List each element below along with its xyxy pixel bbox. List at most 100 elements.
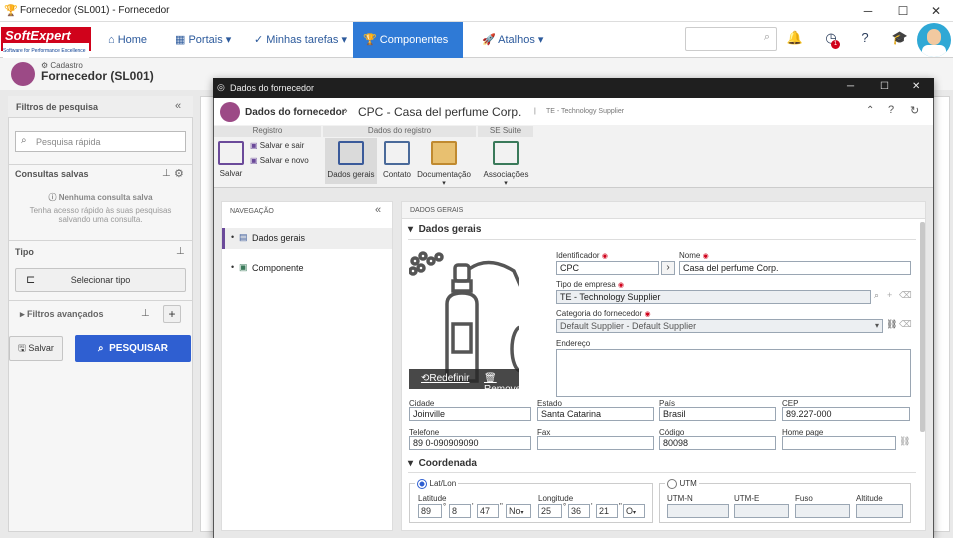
section-coordenada[interactable]: ▾ Coordenada [408, 458, 477, 469]
bullet: • [231, 232, 235, 242]
lat-min-field[interactable]: 8 [449, 504, 471, 518]
clear-icon[interactable]: ⊥ [141, 308, 150, 319]
dialog-title: Dados do fornecedor [230, 83, 315, 93]
close-button[interactable]: ✕ [919, 0, 953, 22]
name-field[interactable]: Casa del perfume Corp. [679, 261, 911, 275]
save-new-label: Salvar e novo [259, 156, 309, 165]
save-button[interactable]: Salvar [217, 141, 245, 178]
user-avatar[interactable] [917, 23, 951, 57]
nav-componentes[interactable]: 🏆 Componentes ▾ [353, 22, 463, 82]
save-filter-button[interactable]: 🖫 Salvar [9, 336, 63, 361]
chevron-down-icon: ▾ [520, 510, 524, 516]
save-label: Salvar [219, 169, 243, 178]
zip-field[interactable]: 89.227-000 [782, 407, 910, 421]
chevron-down-icon: ▾ [504, 180, 508, 187]
graduation-cap-icon[interactable]: 🎓 [891, 30, 909, 48]
required-icon: ◉ [702, 253, 709, 260]
nav-portais[interactable]: ▦ Portais ▾ [165, 22, 241, 58]
general-data-button[interactable]: Dados gerais [325, 138, 377, 184]
phone-field[interactable]: 89 0-090909090 [409, 436, 531, 450]
softexpert-logo[interactable]: SoftExpert Software for Performance Exce… [1, 27, 91, 60]
lon-sec-field[interactable]: 21 [596, 504, 618, 518]
help-icon[interactable]: ? [856, 30, 874, 48]
next-id-button[interactable]: › [661, 261, 675, 275]
clear-icon[interactable]: ⊥ [176, 246, 185, 257]
nav-home[interactable]: ⌂ Home [98, 22, 157, 58]
category-select[interactable]: Default Supplier - Default Supplier ▾ [556, 319, 883, 333]
scrollbar[interactable] [920, 222, 925, 432]
remove-image-button[interactable]: 🗑Remover [484, 373, 525, 395]
minimize-button[interactable]: ─ [851, 0, 885, 22]
dialog-maximize-button[interactable]: ☐ [880, 81, 889, 92]
add-icon[interactable]: + [887, 290, 892, 300]
lon-dir-select[interactable]: O▾ [623, 504, 645, 518]
lon-min-field[interactable]: 36 [568, 504, 590, 518]
save-new-button[interactable]: ▣ Salvar e novo [250, 156, 309, 165]
select-type-button[interactable]: ⊏ Selecionar tipo [15, 268, 186, 292]
clear-icon[interactable]: ⊥ [162, 168, 171, 179]
nav-portais-label: Portais [188, 34, 223, 46]
utm-n-field[interactable] [667, 504, 729, 518]
window-titlebar: 🏆 Fornecedor (SL001) - Fornecedor [0, 0, 953, 22]
required-icon: ◉ [644, 311, 651, 318]
trophy-icon: 🏆 [4, 5, 18, 17]
refresh-icon[interactable]: ↻ [910, 104, 919, 117]
category-label-text: Categoria do fornecedor [556, 309, 643, 318]
gear-icon[interactable]: ⚙ [174, 167, 184, 180]
lat-deg-field[interactable]: 89 [418, 504, 442, 518]
lon-deg-field[interactable]: 25 [538, 504, 562, 518]
associations-button[interactable]: Associações ▾ [481, 141, 531, 187]
documentation-button[interactable]: Documentação ▾ [416, 141, 472, 187]
fax-field[interactable] [537, 436, 654, 450]
maximize-button[interactable]: ☐ [886, 0, 920, 22]
identifier-field[interactable]: CPC [556, 261, 659, 275]
save-exit-button[interactable]: ▣ Salvar e sair [250, 141, 304, 150]
binoculars-icon[interactable]: ⛓ [886, 319, 897, 330]
company-type-field[interactable]: TE - Technology Supplier [556, 290, 871, 304]
state-field[interactable]: Santa Catarina [537, 407, 654, 421]
collapse-up-icon[interactable]: ⌃ [866, 105, 874, 116]
zone-field[interactable] [795, 504, 850, 518]
dialog-close-button[interactable]: ✕ [912, 81, 920, 92]
utm-radio[interactable]: UTM [665, 478, 699, 489]
search-button[interactable]: ⌕ PESQUISAR [75, 335, 191, 362]
nav-atalhos-label: Atalhos [498, 34, 535, 46]
code-field[interactable]: 80098 [659, 436, 776, 450]
lat-dir-value: No [509, 506, 521, 516]
clear-icon[interactable]: ⌫ [899, 319, 912, 330]
section-dados-gerais[interactable]: ▾ Dados gerais [408, 224, 481, 235]
nav-item-dados-gerais[interactable]: • ▤ Dados gerais [222, 228, 392, 249]
identifier-label-text: Identificador [556, 251, 600, 260]
utm-e-field[interactable] [734, 504, 789, 518]
dialog-minimize-button[interactable]: ─ [847, 81, 854, 92]
lat-dir-select[interactable]: No▾ [506, 504, 531, 518]
altitude-field[interactable] [856, 504, 903, 518]
add-filter-button[interactable]: + [163, 305, 181, 323]
reset-image-button[interactable]: ⟲Redefinir [421, 373, 469, 384]
global-search-input[interactable]: ⌕ [685, 27, 777, 51]
collapse-nav-icon[interactable]: « [375, 204, 381, 216]
contact-button[interactable]: Contato [381, 141, 413, 179]
city-field[interactable]: Joinville [409, 407, 531, 421]
lat-sec-field[interactable]: 47 [477, 504, 499, 518]
clear-icon[interactable]: ⌫ [899, 290, 912, 301]
no-query-text: Nenhuma consulta salva [58, 193, 153, 202]
divider [8, 240, 193, 241]
nav-atalhos[interactable]: 🚀 Atalhos ▾ [472, 22, 553, 58]
collapse-panel-icon[interactable]: « [175, 100, 181, 112]
section-title: Coordenada [418, 458, 477, 469]
supplier-image [408, 249, 532, 389]
latlon-radio[interactable]: Lat/Lon [415, 478, 459, 489]
address-field[interactable] [556, 349, 911, 397]
homepage-field[interactable] [782, 436, 896, 450]
record-icon [220, 102, 240, 122]
nav-item-componente[interactable]: • ▣ Componente [222, 258, 392, 279]
open-link-icon[interactable]: ⛓ [899, 436, 910, 447]
nav-minhas-tarefas[interactable]: ✓ Minhas tarefas ▾ [244, 22, 357, 58]
country-field[interactable]: Brasil [659, 407, 776, 421]
search-icon[interactable]: ⌕ [874, 290, 879, 301]
bell-icon[interactable]: 🔔 [786, 30, 804, 48]
advanced-filters-toggle[interactable]: ▸ Filtros avançados [20, 309, 104, 320]
quick-search-input[interactable]: ⌕ Pesquisa rápida [15, 131, 186, 152]
help-icon[interactable]: ? [888, 104, 894, 116]
